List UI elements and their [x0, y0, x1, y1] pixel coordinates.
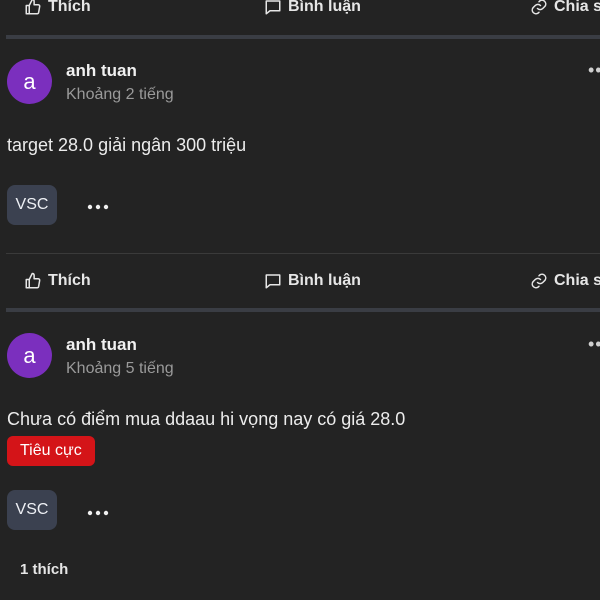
like-button[interactable]: Thích — [24, 0, 91, 27]
link-icon — [530, 272, 548, 290]
post-time: Khoảng 5 tiếng — [66, 360, 174, 377]
more-icon[interactable] — [86, 505, 110, 516]
link-icon — [530, 0, 548, 16]
post-separator — [6, 35, 600, 39]
comment-button[interactable]: Bình luận — [264, 261, 361, 301]
sentiment-badge: Tiêu cực — [7, 436, 95, 466]
like-label: Thích — [48, 272, 91, 289]
like-label: Thích — [48, 0, 91, 15]
post-menu-button[interactable]: •• — [588, 334, 600, 355]
post-actions-bar: Thích Bình luận Chia sẻ — [0, 261, 600, 301]
comment-icon — [264, 272, 282, 290]
ticker-label: VSC — [15, 501, 49, 518]
thumbs-up-icon — [24, 0, 42, 16]
post-actions-bar-0: Thích Bình luận Chia sẻ — [0, 0, 600, 27]
sentiment-label: Tiêu cực — [20, 442, 82, 459]
avatar[interactable]: a — [7, 333, 52, 378]
post-content: target 28.0 giải ngân 300 triệu — [7, 135, 247, 155]
avatar-letter: a — [23, 342, 36, 368]
post-separator — [6, 308, 600, 312]
share-button[interactable]: Chia sẻ — [530, 0, 600, 27]
share-label: Chia sẻ — [554, 272, 600, 289]
comment-button[interactable]: Bình luận — [264, 0, 361, 27]
post-time: Khoảng 2 tiếng — [66, 86, 174, 103]
share-label: Chia sẻ — [554, 0, 600, 15]
thumbs-up-icon — [24, 272, 42, 290]
ticker-chip[interactable]: VSC — [7, 490, 57, 530]
post-content: Chưa có điểm mua ddaau hi vọng nay có gi… — [7, 409, 406, 429]
avatar[interactable]: a — [7, 59, 52, 104]
like-count[interactable]: 1 thích — [20, 561, 68, 578]
actions-divider — [6, 253, 600, 254]
share-button[interactable]: Chia sẻ — [530, 261, 600, 301]
comment-label: Bình luận — [288, 0, 361, 15]
comment-label: Bình luận — [288, 272, 361, 289]
comment-icon — [264, 0, 282, 16]
post-menu-button[interactable]: •• — [588, 60, 600, 81]
like-button[interactable]: Thích — [24, 261, 91, 301]
more-icon[interactable] — [86, 199, 110, 210]
avatar-letter: a — [23, 68, 36, 94]
author-name[interactable]: anh tuan — [66, 335, 137, 355]
author-name[interactable]: anh tuan — [66, 61, 137, 81]
ticker-label: VSC — [15, 196, 49, 213]
ticker-chip[interactable]: VSC — [7, 185, 57, 225]
